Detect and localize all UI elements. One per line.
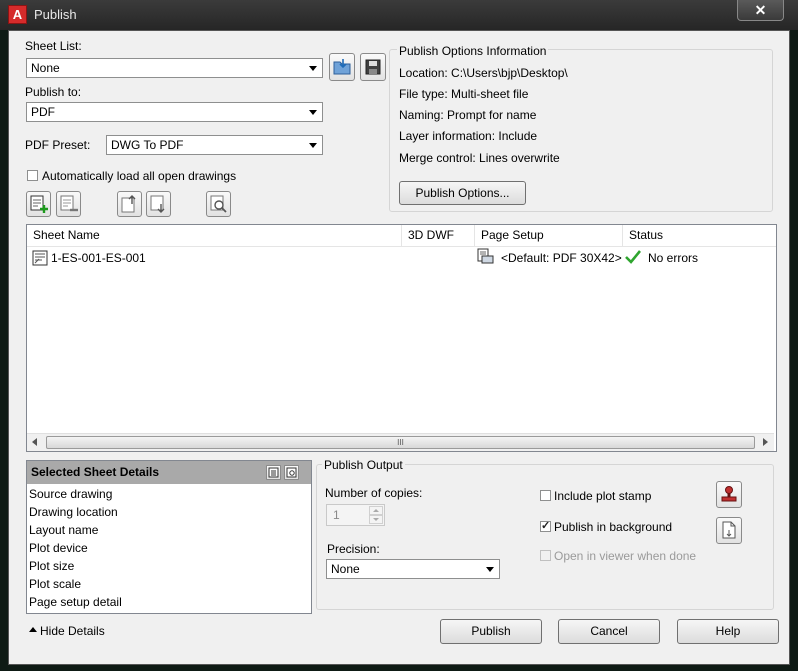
horizontal-scrollbar[interactable]: III <box>27 433 774 451</box>
window-title: Publish <box>34 7 77 22</box>
stamp-icon <box>721 486 737 502</box>
precision-select[interactable]: None <box>326 559 500 579</box>
detail-plot-device: Plot device <box>29 541 88 555</box>
naming-text: Naming: Prompt for name <box>399 108 537 122</box>
precision-value: None <box>331 562 360 576</box>
save-sheet-list-button[interactable] <box>360 53 386 81</box>
checkmark-icon <box>625 250 641 264</box>
open-viewer-checkbox[interactable] <box>540 550 551 561</box>
publish-to-value: PDF <box>31 105 55 119</box>
publish-to-select[interactable]: PDF <box>26 102 323 122</box>
scrollbar-thumb[interactable]: III <box>46 436 755 449</box>
spinner-down-arrow-icon <box>373 518 379 521</box>
column-status[interactable]: Status <box>623 225 776 246</box>
copies-decrement-icon[interactable] <box>369 515 383 524</box>
publish-button[interactable]: Publish <box>440 619 542 644</box>
title-bar: A Publish ✕ <box>0 0 798 30</box>
pdf-preset-value: DWG To PDF <box>111 138 184 152</box>
move-sheet-up-button[interactable] <box>117 191 142 217</box>
publish-dialog: Sheet List: None Publish to: PDF PDF Pre… <box>8 30 790 665</box>
auto-load-checkbox[interactable] <box>27 170 38 181</box>
open-viewer-label: Open in viewer when done <box>554 549 697 563</box>
page-setup-cell: <Default: PDF 30X42> <box>501 251 622 265</box>
sheet-list-label: Sheet List: <box>25 39 82 53</box>
move-down-icon <box>150 195 165 213</box>
remove-sheets-button[interactable] <box>56 191 81 217</box>
detail-plot-scale: Plot scale <box>29 577 82 591</box>
page-setup-icon <box>477 248 494 264</box>
status-cell: No errors <box>648 251 699 265</box>
chevron-up-icon[interactable] <box>29 627 37 632</box>
file-type-text: File type: Multi-sheet file <box>399 87 529 101</box>
copies-spinner[interactable]: 1 <box>326 504 385 526</box>
sheet-list-value: None <box>31 61 60 75</box>
publish-options-info-title: Publish Options Information <box>397 44 549 58</box>
details-list-icon <box>268 467 279 478</box>
open-folder-icon <box>333 59 351 75</box>
chevron-down-icon <box>309 66 317 71</box>
chevron-down-icon <box>309 143 317 148</box>
move-up-icon <box>121 195 136 213</box>
publish-output-title: Publish Output <box>322 458 405 472</box>
selected-sheet-details-panel: Selected Sheet Details Source drawing Dr… <box>26 460 312 614</box>
spinner-up-arrow-icon <box>373 509 379 512</box>
preview-sheet-button[interactable] <box>284 465 299 480</box>
load-sheet-list-button[interactable] <box>329 53 355 81</box>
background-publish-settings-button[interactable] <box>716 517 742 544</box>
close-button[interactable]: ✕ <box>737 0 784 21</box>
column-page-setup[interactable]: Page Setup <box>475 225 623 246</box>
remove-sheet-icon <box>60 195 78 212</box>
sheet-name-cell: 1-ES-001-ES-001 <box>51 251 146 265</box>
publish-background-label: Publish in background <box>554 520 673 534</box>
preview-button[interactable] <box>206 191 231 217</box>
chevron-down-icon <box>309 110 317 115</box>
detail-layout-name: Layout name <box>29 523 99 537</box>
copies-value: 1 <box>333 508 340 522</box>
cancel-button[interactable]: Cancel <box>558 619 660 644</box>
selected-sheet-details-title: Selected Sheet Details <box>31 465 160 479</box>
sheet-preview-icon <box>286 467 297 478</box>
plot-stamp-checkbox[interactable] <box>540 490 551 501</box>
help-button[interactable]: Help <box>677 619 779 644</box>
copies-label: Number of copies: <box>325 486 423 500</box>
location-text: Location: C:\Users\bjp\Desktop\ <box>399 66 568 80</box>
hide-details-link[interactable]: Hide Details <box>40 624 105 638</box>
layout-sheet-icon <box>32 250 48 266</box>
table-header: Sheet Name 3D DWF Page Setup Status <box>27 225 776 247</box>
scroll-left-icon[interactable] <box>32 438 37 446</box>
pdf-preset-label: PDF Preset: <box>25 138 91 152</box>
precision-label: Precision: <box>327 542 380 556</box>
publish-background-checkbox[interactable] <box>540 519 551 532</box>
copies-increment-icon[interactable] <box>369 506 383 515</box>
publish-options-button[interactable]: Publish Options... <box>399 181 526 205</box>
detail-plot-size: Plot size <box>29 559 75 573</box>
scroll-right-icon[interactable] <box>763 438 768 446</box>
chevron-down-icon <box>486 567 494 572</box>
details-view-button[interactable] <box>266 465 281 480</box>
sheet-list-select[interactable]: None <box>26 58 323 78</box>
plot-stamp-settings-button[interactable] <box>716 481 742 508</box>
auto-load-label: Automatically load all open drawings <box>42 169 237 183</box>
sheet-table: Sheet Name 3D DWF Page Setup Status 1-ES… <box>26 224 777 452</box>
publish-document-icon <box>722 521 736 539</box>
column-sheet-name[interactable]: Sheet Name <box>27 225 402 246</box>
layer-information-text: Layer information: Include <box>399 129 538 143</box>
move-sheet-down-button[interactable] <box>146 191 171 217</box>
plot-stamp-label: Include plot stamp <box>554 489 652 503</box>
save-disk-icon <box>365 59 381 75</box>
detail-drawing-location: Drawing location <box>29 505 118 519</box>
column-3d-dwf[interactable]: 3D DWF <box>402 225 475 246</box>
detail-source-drawing: Source drawing <box>29 487 113 501</box>
add-sheets-button[interactable] <box>26 191 51 217</box>
merge-control-text: Merge control: Lines overwrite <box>399 151 560 165</box>
selected-sheet-details-header: Selected Sheet Details <box>27 461 311 484</box>
table-row[interactable]: 1-ES-001-ES-001 <Default: PDF 30X42> No … <box>27 247 774 269</box>
detail-page-setup-detail: Page setup detail <box>29 595 122 609</box>
preview-magnifier-icon <box>210 195 227 213</box>
pdf-preset-select[interactable]: DWG To PDF <box>106 135 323 155</box>
add-sheet-icon <box>30 195 48 213</box>
publish-to-label: Publish to: <box>25 85 82 99</box>
autocad-logo-icon: A <box>8 5 27 24</box>
